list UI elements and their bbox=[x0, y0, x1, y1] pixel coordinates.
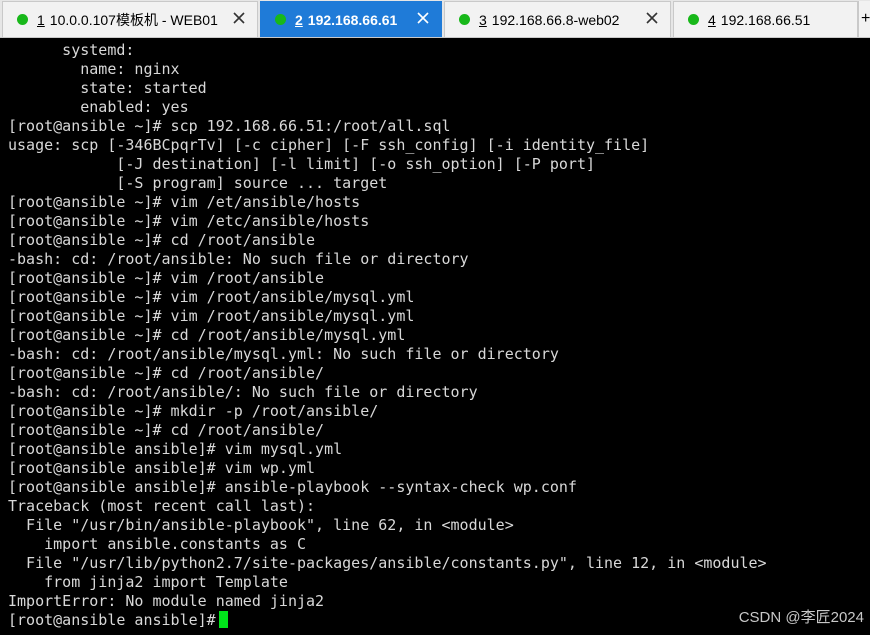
tab-session-3[interactable]: 3 192.168.66.8-web02 bbox=[444, 1, 671, 37]
terminal-line: systemd: bbox=[8, 41, 135, 59]
terminal-line: [root@ansible ~]# cd /root/ansible/ bbox=[8, 421, 325, 439]
watermark: CSDN @李匠2024 bbox=[738, 609, 864, 626]
terminal-prompt: [root@ansible ansible]# bbox=[8, 611, 216, 629]
terminal-line: [root@ansible ansible]# vim wp.yml bbox=[8, 459, 316, 477]
terminal-line: [root@ansible ~]# cd /root/ansible/mysql… bbox=[8, 326, 406, 344]
terminal-lines: systemd: name: nginx state: started enab… bbox=[0, 41, 767, 630]
tab-number: 4 bbox=[708, 11, 716, 28]
terminal-line: File "/usr/bin/ansible-playbook", line 6… bbox=[8, 516, 514, 534]
terminal-line: -bash: cd: /root/ansible/mysql.yml: No s… bbox=[8, 345, 559, 363]
terminal-line: name: nginx bbox=[8, 60, 180, 78]
tab-title: 192.168.66.51 bbox=[720, 11, 811, 28]
terminal-line: [root@ansible ~]# cd /root/ansible bbox=[8, 231, 316, 249]
terminal-line: -bash: cd: /root/ansible: No such file o… bbox=[8, 250, 469, 268]
terminal-line: [root@ansible ansible]# vim mysql.yml bbox=[8, 440, 343, 458]
terminal-line: [root@ansible ~]# mkdir -p /root/ansible… bbox=[8, 402, 379, 420]
connected-status-icon bbox=[275, 14, 286, 25]
terminal-line: [root@ansible ~]# vim /etc/ansible/hosts bbox=[8, 212, 370, 230]
tab-session-4[interactable]: 4 192.168.66.51 bbox=[673, 1, 858, 37]
terminal-line: File "/usr/lib/python2.7/site-packages/a… bbox=[8, 554, 767, 572]
terminal-line: [root@ansible ~]# vim /et/ansible/hosts bbox=[8, 193, 361, 211]
terminal-prompt-line[interactable]: [root@ansible ansible]# bbox=[8, 611, 767, 630]
terminal-line: [root@ansible ~]# vim /root/ansible/mysq… bbox=[8, 307, 415, 325]
connected-status-icon bbox=[459, 14, 470, 25]
close-icon[interactable] bbox=[231, 10, 247, 26]
terminal-line: -bash: cd: /root/ansible/: No such file … bbox=[8, 383, 478, 401]
tab-number: 2 bbox=[295, 11, 303, 28]
tab-title: 10.0.0.107模板机 - WEB01 bbox=[49, 11, 218, 28]
tab-number: 1 bbox=[37, 11, 45, 28]
terminal-line: [-S program] source ... target bbox=[8, 174, 388, 192]
terminal-line: [root@ansible ~]# vim /root/ansible bbox=[8, 269, 325, 287]
terminal-line: Traceback (most recent call last): bbox=[8, 497, 316, 515]
tab-title: 192.168.66.8-web02 bbox=[491, 11, 620, 28]
new-tab-button[interactable]: + bbox=[858, 1, 870, 37]
tab-session-1[interactable]: 1 10.0.0.107模板机 - WEB01 bbox=[2, 1, 258, 37]
terminal-line: ImportError: No module named jinja2 bbox=[8, 592, 325, 610]
terminal-output[interactable]: systemd: name: nginx state: started enab… bbox=[0, 38, 870, 635]
connected-status-icon bbox=[17, 14, 28, 25]
terminal-line: [root@ansible ~]# scp 192.168.66.51:/roo… bbox=[8, 117, 451, 135]
close-icon[interactable] bbox=[644, 10, 660, 26]
terminal-line: from jinja2 import Template bbox=[8, 573, 288, 591]
terminal-line: state: started bbox=[8, 79, 207, 97]
tab-title: 192.168.66.61 bbox=[307, 11, 398, 28]
terminal-line: enabled: yes bbox=[8, 98, 189, 116]
terminal-line: [root@ansible ansible]# ansible-playbook… bbox=[8, 478, 577, 496]
tab-number: 3 bbox=[479, 11, 487, 28]
terminal-cursor bbox=[218, 611, 228, 628]
terminal-line: [root@ansible ~]# cd /root/ansible/ bbox=[8, 364, 325, 382]
terminal-line: [-J destination] [-l limit] [-o ssh_opti… bbox=[8, 155, 595, 173]
close-icon[interactable] bbox=[415, 10, 431, 26]
terminal-line: [root@ansible ~]# vim /root/ansible/mysq… bbox=[8, 288, 415, 306]
tab-session-2[interactable]: 2 192.168.66.61 bbox=[260, 1, 442, 37]
terminal-line: usage: scp [-346BCpqrTv] [-c cipher] [-F… bbox=[8, 136, 650, 154]
connected-status-icon bbox=[688, 14, 699, 25]
tab-bar: 1 10.0.0.107模板机 - WEB01 2 192.168.66.61 … bbox=[0, 0, 870, 38]
terminal-line: import ansible.constants as C bbox=[8, 535, 307, 553]
